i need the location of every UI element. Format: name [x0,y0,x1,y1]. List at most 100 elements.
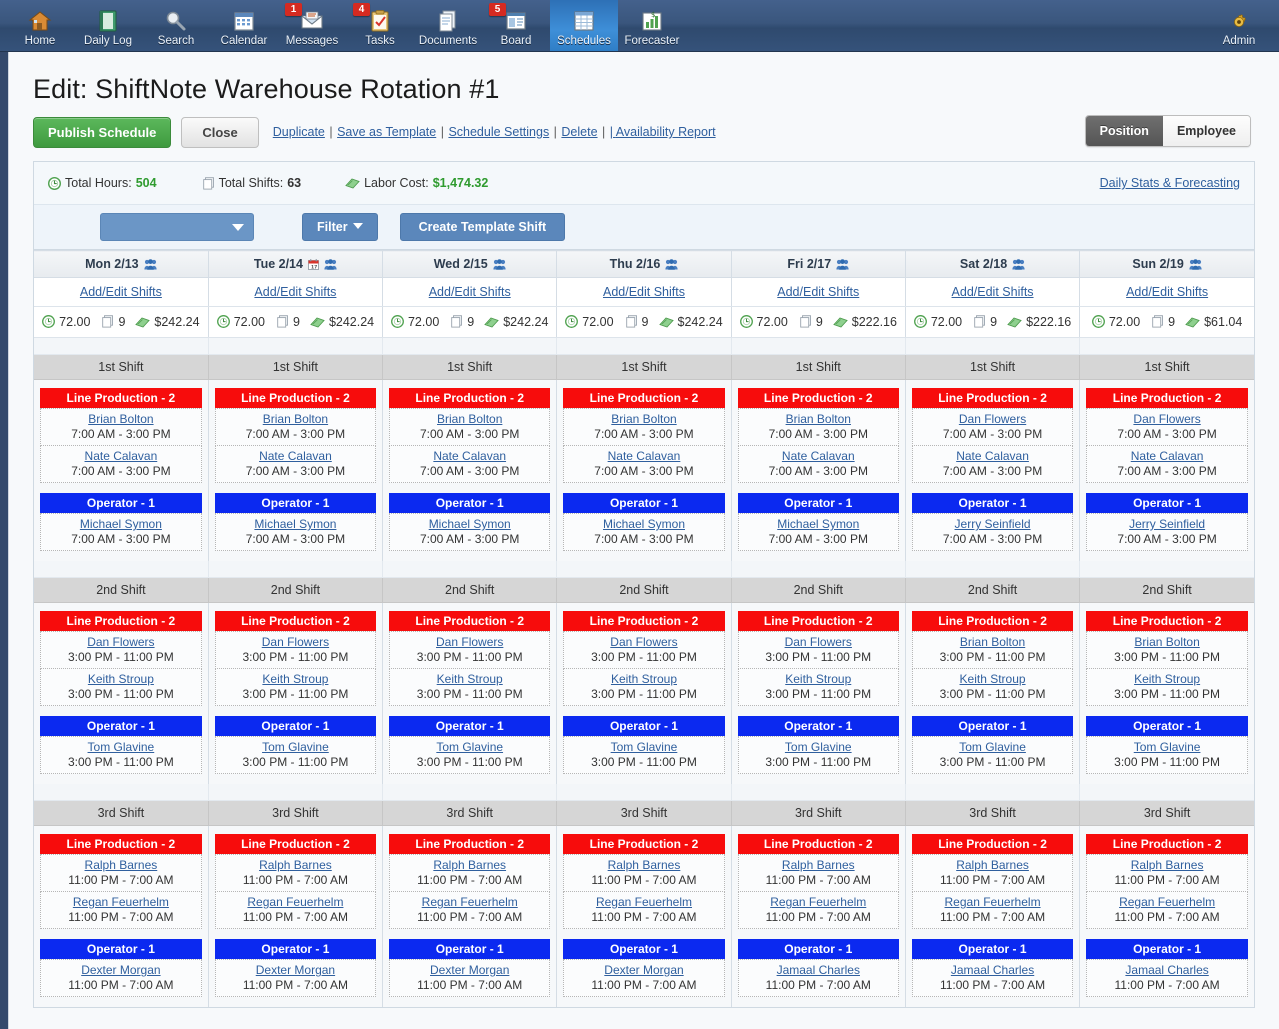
position-title[interactable]: Operator - 1 [215,939,376,959]
employee-name-link[interactable]: Tom Glavine [262,740,329,754]
employee-name-link[interactable]: Tom Glavine [1134,740,1201,754]
nav-item-messages[interactable]: 1Messages [278,0,346,51]
employee-name-link[interactable]: Keith Stroup [262,672,328,686]
position-title[interactable]: Line Production - 2 [738,834,899,854]
employee-name-link[interactable]: Brian Bolton [1134,635,1199,649]
people-icon[interactable] [144,259,157,270]
position-title[interactable]: Operator - 1 [389,716,550,736]
nav-item-home[interactable]: Home [6,0,74,51]
employee-name-link[interactable]: Dan Flowers [785,635,852,649]
position-title[interactable]: Line Production - 2 [215,388,376,408]
employee-name-link[interactable]: Tom Glavine [785,740,852,754]
link-save-as-template[interactable]: Save as Template [337,125,436,139]
nav-item-board[interactable]: 5Board [482,0,550,51]
employee-name-link[interactable]: Brian Bolton [437,412,502,426]
position-title[interactable]: Line Production - 2 [389,834,550,854]
employee-name-link[interactable]: Keith Stroup [88,672,154,686]
position-title[interactable]: Operator - 1 [912,939,1073,959]
position-title[interactable]: Operator - 1 [215,716,376,736]
employee-name-link[interactable]: Dexter Morgan [604,963,683,977]
daily-stats-forecasting-link[interactable]: Daily Stats & Forecasting [1100,176,1240,190]
people-icon[interactable] [1189,259,1202,270]
position-title[interactable]: Operator - 1 [389,493,550,513]
employee-name-link[interactable]: Dan Flowers [959,412,1026,426]
employee-name-link[interactable]: Michael Symon [603,517,685,531]
employee-name-link[interactable]: Regan Feuerhelm [596,895,692,909]
employee-name-link[interactable]: Keith Stroup [611,672,677,686]
employee-name-link[interactable]: Jamaal Charles [777,963,860,977]
position-title[interactable]: Operator - 1 [912,716,1073,736]
employee-name-link[interactable]: Keith Stroup [785,672,851,686]
add-edit-shifts-link[interactable]: Add/Edit Shifts [603,285,685,299]
employee-name-link[interactable]: Brian Bolton [611,412,676,426]
position-title[interactable]: Line Production - 2 [215,834,376,854]
employee-name-link[interactable]: Ralph Barnes [85,858,158,872]
position-title[interactable]: Operator - 1 [40,939,202,959]
employee-name-link[interactable]: Brian Bolton [263,412,328,426]
position-title[interactable]: Operator - 1 [738,716,899,736]
employee-name-link[interactable]: Dan Flowers [87,635,154,649]
filter-button[interactable]: Filter [302,213,378,241]
add-edit-shifts-link[interactable]: Add/Edit Shifts [1126,285,1208,299]
position-title[interactable]: Operator - 1 [738,493,899,513]
employee-name-link[interactable]: Keith Stroup [1134,672,1200,686]
employee-name-link[interactable]: Regan Feuerhelm [1119,895,1215,909]
employee-name-link[interactable]: Regan Feuerhelm [247,895,343,909]
employee-name-link[interactable]: Brian Bolton [960,635,1025,649]
position-title[interactable]: Line Production - 2 [563,611,724,631]
employee-name-link[interactable]: Dan Flowers [436,635,503,649]
link-delete[interactable]: Delete [561,125,597,139]
position-title[interactable]: Operator - 1 [1086,716,1248,736]
add-edit-shifts-link[interactable]: Add/Edit Shifts [80,285,162,299]
employee-name-link[interactable]: Dexter Morgan [81,963,160,977]
employee-name-link[interactable]: Regan Feuerhelm [945,895,1041,909]
position-title[interactable]: Operator - 1 [563,493,724,513]
people-icon[interactable] [665,259,678,270]
employee-name-link[interactable]: Michael Symon [80,517,162,531]
toggle-option-position[interactable]: Position [1086,116,1163,146]
position-title[interactable]: Line Production - 2 [215,611,376,631]
people-icon[interactable] [1012,259,1025,270]
nav-item-tasks[interactable]: 4Tasks [346,0,414,51]
employee-name-link[interactable]: Nate Calavan [608,449,681,463]
employee-name-link[interactable]: Regan Feuerhelm [422,895,518,909]
position-title[interactable]: Operator - 1 [738,939,899,959]
people-icon[interactable] [836,259,849,270]
link-duplicate[interactable]: Duplicate [273,125,325,139]
nav-item-admin[interactable]: Admin [1207,0,1271,51]
employee-name-link[interactable]: Ralph Barnes [956,858,1029,872]
nav-item-daily-log[interactable]: Daily Log [74,0,142,51]
employee-name-link[interactable]: Dan Flowers [1133,412,1200,426]
employee-name-link[interactable]: Dan Flowers [262,635,329,649]
employee-name-link[interactable]: Jerry Seinfield [955,517,1031,531]
add-edit-shifts-link[interactable]: Add/Edit Shifts [952,285,1034,299]
position-title[interactable]: Operator - 1 [40,493,202,513]
nav-item-calendar[interactable]: Calendar [210,0,278,51]
position-title[interactable]: Line Production - 2 [912,834,1073,854]
employee-name-link[interactable]: Brian Bolton [786,412,851,426]
employee-name-link[interactable]: Nate Calavan [1131,449,1204,463]
position-title[interactable]: Line Production - 2 [1086,611,1248,631]
position-title[interactable]: Line Production - 2 [389,388,550,408]
people-icon[interactable] [324,259,337,270]
position-title[interactable]: Line Production - 2 [563,388,724,408]
employee-name-link[interactable]: Michael Symon [429,517,511,531]
position-title[interactable]: Line Production - 2 [40,834,202,854]
employee-name-link[interactable]: Ralph Barnes [433,858,506,872]
nav-item-search[interactable]: Search [142,0,210,51]
add-edit-shifts-link[interactable]: Add/Edit Shifts [254,285,336,299]
employee-name-link[interactable]: Tom Glavine [436,740,503,754]
position-title[interactable]: Line Production - 2 [738,388,899,408]
position-title[interactable]: Operator - 1 [389,939,550,959]
employee-name-link[interactable]: Jerry Seinfield [1129,517,1205,531]
employee-name-link[interactable]: Brian Bolton [88,412,153,426]
employee-name-link[interactable]: Ralph Barnes [782,858,855,872]
position-title[interactable]: Line Production - 2 [738,611,899,631]
employee-name-link[interactable]: Michael Symon [254,517,336,531]
position-title[interactable]: Operator - 1 [563,716,724,736]
employee-name-link[interactable]: Regan Feuerhelm [770,895,866,909]
publish-schedule-button[interactable]: Publish Schedule [33,117,171,148]
nav-item-forecaster[interactable]: $Forecaster [618,0,686,51]
employee-name-link[interactable]: Dexter Morgan [256,963,335,977]
employee-name-link[interactable]: Keith Stroup [437,672,503,686]
